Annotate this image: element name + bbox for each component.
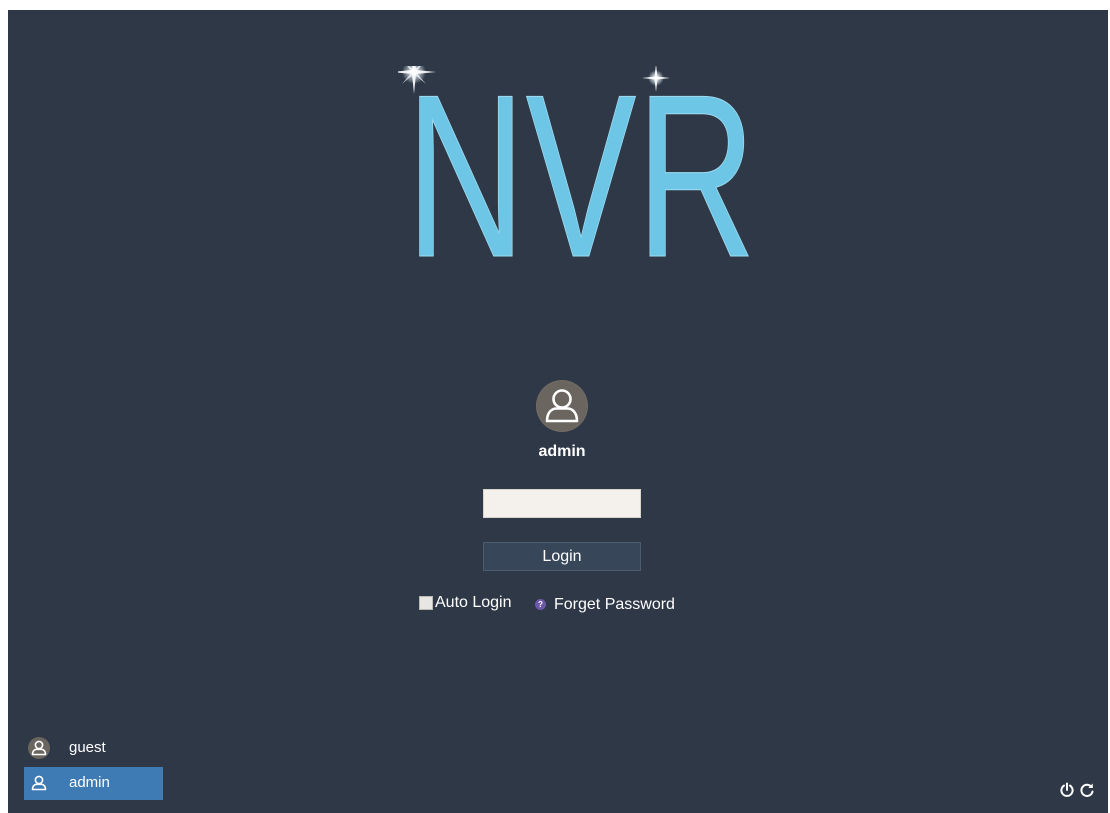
- current-username: admin: [538, 443, 586, 460]
- user-avatar-icon: [28, 737, 50, 759]
- power-icon[interactable]: [1059, 782, 1075, 798]
- nvr-logo: NVR: [398, 66, 768, 266]
- user-list-item-label: admin: [69, 774, 110, 791]
- login-button[interactable]: Login: [483, 542, 641, 571]
- auto-login-label[interactable]: Auto Login: [435, 594, 512, 612]
- login-options: Auto Login ? Forget Password: [418, 594, 718, 618]
- user-avatar-icon: [28, 772, 50, 794]
- login-screen: NVR admin Login Auto Login ? Forget Pass…: [8, 10, 1108, 813]
- restart-icon[interactable]: [1079, 782, 1095, 798]
- user-list-item-label: guest: [69, 739, 106, 756]
- help-icon[interactable]: ?: [535, 599, 546, 610]
- user-avatar-icon: [536, 380, 588, 432]
- logo-text: NVR: [406, 66, 756, 266]
- forget-password-link[interactable]: Forget Password: [554, 596, 675, 614]
- user-list-item-admin[interactable]: admin: [24, 767, 163, 800]
- user-list-item-guest[interactable]: guest: [24, 732, 163, 765]
- password-input[interactable]: [483, 489, 641, 518]
- auto-login-checkbox[interactable]: [419, 596, 433, 610]
